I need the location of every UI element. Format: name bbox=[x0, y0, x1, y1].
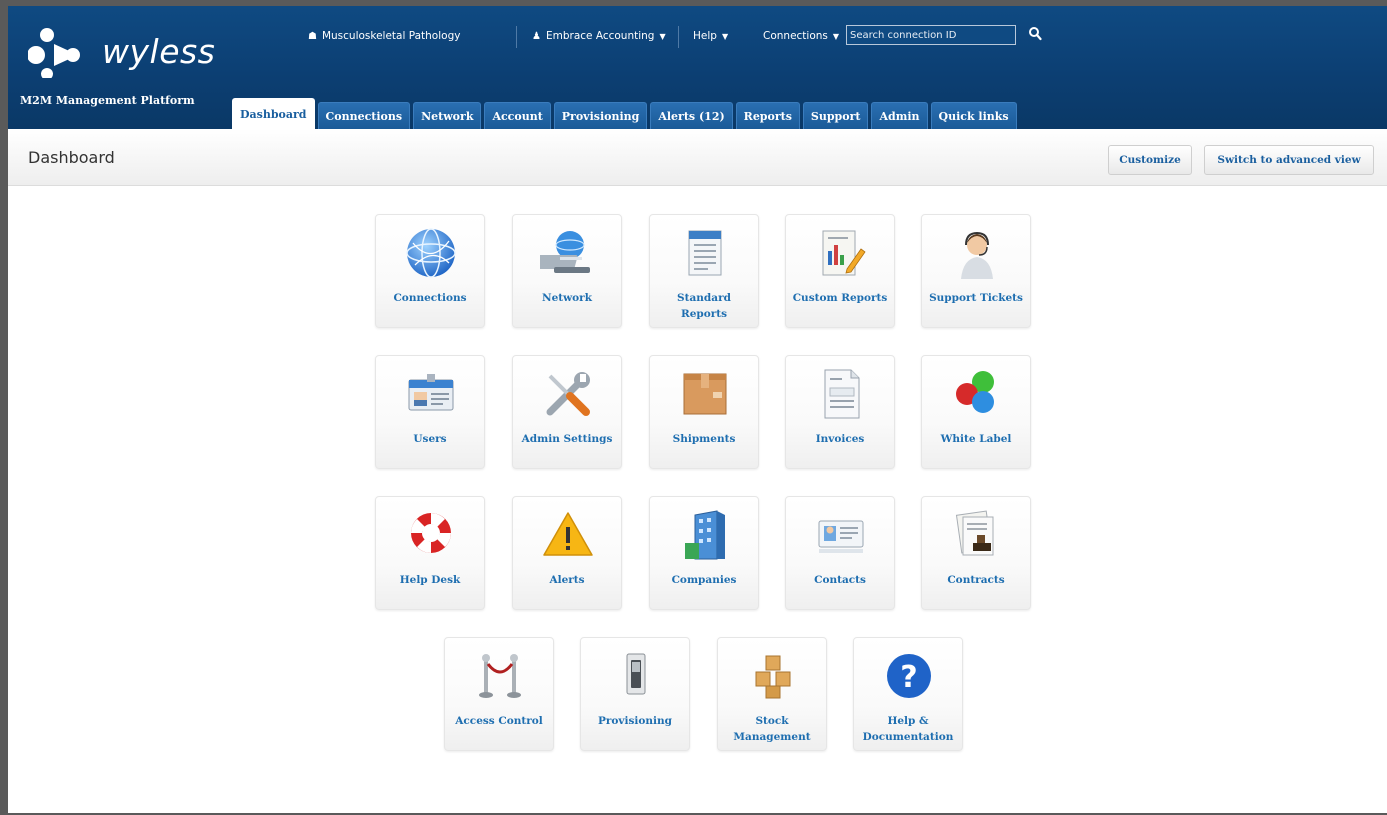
tile-label: Contracts bbox=[947, 574, 1005, 586]
tab-dashboard[interactable]: Dashboard bbox=[232, 98, 315, 129]
user-name: Embrace Accounting bbox=[545, 30, 655, 42]
caret-down-icon: ▼ bbox=[832, 32, 840, 41]
tile-standard-reports[interactable]: Standard Reports bbox=[649, 214, 759, 328]
advanced-view-button[interactable]: Switch to advanced view bbox=[1204, 145, 1374, 175]
wrench-screwdriver-icon bbox=[546, 372, 590, 416]
standard-report-icon bbox=[688, 230, 722, 276]
tab-reports[interactable]: Reports bbox=[735, 102, 800, 129]
tab-alerts[interactable]: Alerts (12) bbox=[650, 102, 733, 129]
caret-down-icon: ▼ bbox=[721, 32, 729, 41]
tile-shipments[interactable]: Shipments bbox=[649, 355, 759, 469]
page-title: Dashboard bbox=[28, 148, 115, 167]
tab-quick-links[interactable]: Quick links bbox=[930, 102, 1017, 129]
tile-connections[interactable]: Connections bbox=[375, 214, 485, 328]
tile-access-control[interactable]: Access Control bbox=[444, 637, 554, 751]
svg-text:?: ? bbox=[900, 660, 917, 695]
tile-companies[interactable]: Companies bbox=[649, 496, 759, 610]
caret-down-icon: ▼ bbox=[659, 32, 666, 41]
page-header: Dashboard Customize Switch to advanced v… bbox=[8, 129, 1387, 186]
tile-label: Contacts bbox=[814, 574, 866, 586]
tile-alerts[interactable]: Alerts bbox=[512, 496, 622, 610]
network-icon bbox=[540, 231, 590, 273]
tile-label: Companies bbox=[671, 574, 737, 586]
connections-label: Connections bbox=[763, 30, 828, 42]
boxes-icon bbox=[755, 655, 791, 699]
warning-icon bbox=[543, 512, 593, 556]
tile-provisioning[interactable]: Provisioning bbox=[580, 637, 690, 751]
help-label: Help bbox=[693, 30, 717, 42]
contract-stamp-icon bbox=[955, 510, 994, 556]
package-icon bbox=[683, 373, 727, 415]
tile-label: Custom Reports bbox=[792, 292, 888, 304]
tile-help-documentation[interactable]: ? Help & Documentation bbox=[853, 637, 963, 751]
user-menu[interactable]: ♟ Embrace Accounting ▼ bbox=[532, 30, 666, 42]
tile-label: Users bbox=[413, 433, 447, 445]
help-question-icon: ? bbox=[887, 654, 931, 698]
tile-label: Connections bbox=[393, 292, 467, 304]
contact-card-icon bbox=[818, 520, 864, 553]
tile-label: Admin Settings bbox=[521, 433, 613, 445]
rope-barrier-icon bbox=[479, 654, 521, 698]
search-input[interactable] bbox=[846, 25, 1016, 45]
main-tabs: Dashboard Connections Network Account Pr… bbox=[232, 98, 1020, 129]
invoice-icon bbox=[824, 369, 860, 419]
tile-contacts[interactable]: Contacts bbox=[785, 496, 895, 610]
account-name: Musculoskeletal Pathology bbox=[321, 30, 461, 42]
tab-support[interactable]: Support bbox=[802, 102, 869, 129]
tile-stock-management[interactable]: Stock Management bbox=[717, 637, 827, 751]
tile-admin-settings[interactable]: Admin Settings bbox=[512, 355, 622, 469]
person-icon: ☗ bbox=[308, 31, 317, 42]
logo-text: wyless bbox=[102, 32, 216, 71]
search-icon[interactable] bbox=[1028, 26, 1042, 42]
account-menu[interactable]: ☗ Musculoskeletal Pathology bbox=[308, 30, 460, 42]
tile-white-label[interactable]: White Label bbox=[921, 355, 1031, 469]
tile-custom-reports[interactable]: Custom Reports bbox=[785, 214, 895, 328]
lifebuoy-icon bbox=[411, 513, 451, 553]
tile-label: Help & Documentation bbox=[862, 715, 954, 743]
color-balls-icon bbox=[956, 371, 994, 413]
tab-network[interactable]: Network bbox=[413, 102, 482, 129]
tab-provisioning[interactable]: Provisioning bbox=[553, 102, 648, 129]
building-icon bbox=[685, 510, 725, 560]
tile-label: Shipments bbox=[672, 433, 736, 445]
tile-invoices[interactable]: Invoices bbox=[785, 355, 895, 469]
tile-label: White Label bbox=[940, 433, 1012, 445]
tile-label: Standard Reports bbox=[677, 292, 731, 320]
separator bbox=[678, 26, 679, 48]
separator bbox=[516, 26, 517, 48]
switch-icon bbox=[626, 653, 646, 695]
tab-account[interactable]: Account bbox=[484, 102, 551, 129]
logo[interactable]: wyless bbox=[28, 28, 228, 78]
user-icon: ♟ bbox=[532, 31, 541, 42]
id-badge-icon bbox=[408, 374, 454, 411]
help-menu[interactable]: Help ▼ bbox=[693, 30, 728, 42]
tile-label: Stock Management bbox=[733, 715, 811, 743]
tile-label: Support Tickets bbox=[929, 292, 1023, 304]
tile-support-tickets[interactable]: Support Tickets bbox=[921, 214, 1031, 328]
tile-label: Network bbox=[542, 292, 592, 304]
tile-label: Help Desk bbox=[399, 574, 461, 586]
top-header: wyless M2M Management Platform ☗ Musculos… bbox=[8, 6, 1387, 129]
tile-label: Access Control bbox=[455, 715, 543, 727]
tile-users[interactable]: Users bbox=[375, 355, 485, 469]
platform-label: M2M Management Platform bbox=[20, 94, 195, 107]
tile-help-desk[interactable]: Help Desk bbox=[375, 496, 485, 610]
customize-button[interactable]: Customize bbox=[1108, 145, 1192, 175]
connections-menu[interactable]: Connections ▼ bbox=[763, 30, 839, 42]
globe-icon bbox=[406, 228, 456, 278]
tile-contracts[interactable]: Contracts bbox=[921, 496, 1031, 610]
tile-network[interactable]: Network bbox=[512, 214, 622, 328]
tab-admin[interactable]: Admin bbox=[871, 102, 928, 129]
support-agent-icon bbox=[961, 231, 993, 279]
custom-report-icon bbox=[822, 230, 866, 276]
wyless-logo-icon bbox=[28, 28, 80, 78]
tile-label: Invoices bbox=[815, 433, 865, 445]
tab-connections[interactable]: Connections bbox=[317, 102, 411, 129]
app-window: wyless M2M Management Platform ☗ Musculos… bbox=[8, 6, 1387, 813]
tile-label: Alerts bbox=[549, 574, 585, 586]
tile-label: Provisioning bbox=[597, 715, 673, 727]
